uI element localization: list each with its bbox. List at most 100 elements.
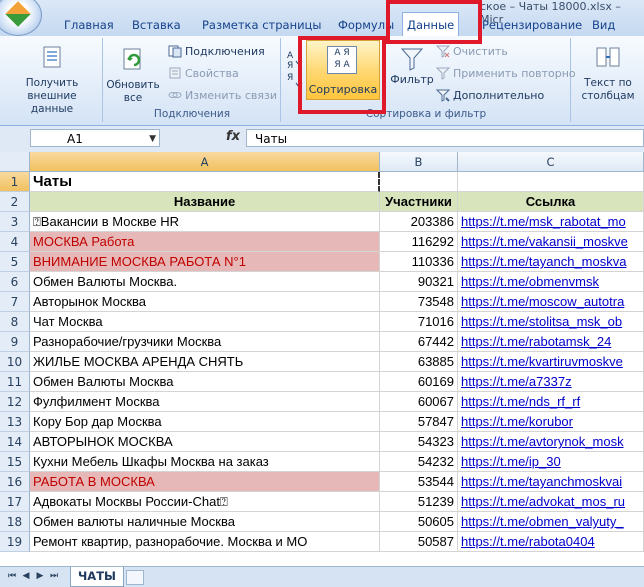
- members-cell[interactable]: 116292: [380, 232, 458, 252]
- insert-sheet-icon[interactable]: [126, 570, 144, 585]
- link-cell[interactable]: https://t.me/obmenvmsk: [458, 272, 644, 292]
- row-header[interactable]: 13: [0, 412, 30, 432]
- name-box[interactable]: A1 ▼: [30, 129, 160, 147]
- column-header-b[interactable]: B: [380, 152, 458, 172]
- tab-review[interactable]: Рецензирование: [478, 14, 586, 36]
- next-sheet-icon[interactable]: ▶: [34, 570, 46, 582]
- row-header[interactable]: 15: [0, 452, 30, 472]
- cell[interactable]: [380, 172, 458, 192]
- formula-input[interactable]: Чаты: [246, 129, 644, 147]
- row-header[interactable]: 17: [0, 492, 30, 512]
- row-header[interactable]: 3: [0, 212, 30, 232]
- tab-insert[interactable]: Вставка: [128, 14, 185, 36]
- last-sheet-icon[interactable]: ⏭: [48, 570, 60, 582]
- first-sheet-icon[interactable]: ⏮: [6, 570, 18, 582]
- office-button[interactable]: [0, 0, 42, 36]
- chat-name-cell[interactable]: МОСКВА Работа: [30, 232, 380, 252]
- column-header-a[interactable]: A: [30, 152, 380, 172]
- members-cell[interactable]: 54323: [380, 432, 458, 452]
- tab-page-layout[interactable]: Разметка страницы: [198, 14, 325, 36]
- members-cell[interactable]: 71016: [380, 312, 458, 332]
- prev-sheet-icon[interactable]: ◀: [20, 570, 32, 582]
- clear-filter-button[interactable]: Очистить: [436, 44, 508, 60]
- members-cell[interactable]: 90321: [380, 272, 458, 292]
- link-cell[interactable]: https://t.me/tayanchmoskvai: [458, 472, 644, 492]
- row-header[interactable]: 6: [0, 272, 30, 292]
- sheet-title-cell[interactable]: Чаты: [30, 172, 380, 192]
- members-cell[interactable]: 50587: [380, 532, 458, 552]
- select-all-corner[interactable]: [0, 152, 30, 172]
- connections-button[interactable]: Подключения: [168, 44, 265, 60]
- filter-button[interactable]: Фильтр: [390, 46, 434, 94]
- row-header[interactable]: 7: [0, 292, 30, 312]
- members-cell[interactable]: 203386: [380, 212, 458, 232]
- row-header[interactable]: 16: [0, 472, 30, 492]
- edit-links-button[interactable]: Изменить связи: [168, 88, 277, 104]
- chat-name-cell[interactable]: Адвокаты Москвы России-Chat⍰: [30, 492, 380, 512]
- members-cell[interactable]: 63885: [380, 352, 458, 372]
- chat-name-cell[interactable]: АВТОРЫНОК МОСКВА: [30, 432, 380, 452]
- row-header[interactable]: 1: [0, 172, 30, 192]
- chat-name-cell[interactable]: Фулфилмент Москва: [30, 392, 380, 412]
- column-header-c[interactable]: C: [458, 152, 644, 172]
- properties-button[interactable]: Свойства: [168, 66, 239, 82]
- row-header[interactable]: 10: [0, 352, 30, 372]
- chat-name-cell[interactable]: Разнорабочие/грузчики Москва: [30, 332, 380, 352]
- header-cell-link[interactable]: Ссылка: [458, 192, 644, 212]
- row-header[interactable]: 11: [0, 372, 30, 392]
- members-cell[interactable]: 60169: [380, 372, 458, 392]
- chat-name-cell[interactable]: Обмен валюты наличные Москва: [30, 512, 380, 532]
- members-cell[interactable]: 57847: [380, 412, 458, 432]
- link-cell[interactable]: https://t.me/nds_rf_rf: [458, 392, 644, 412]
- spreadsheet-grid[interactable]: A B C 1 Чаты 2 Название Участники Ссылка 3 ⍰Вак…: [0, 152, 644, 566]
- chat-name-cell[interactable]: Чат Москва: [30, 312, 380, 332]
- link-cell[interactable]: https://t.me/rabota0404: [458, 532, 644, 552]
- link-cell[interactable]: https://t.me/stolitsa_msk_ob: [458, 312, 644, 332]
- chat-name-cell[interactable]: Обмен Валюты Москва: [30, 372, 380, 392]
- chat-name-cell[interactable]: ЖИЛЬЕ МОСКВА АРЕНДА СНЯТЬ: [30, 352, 380, 372]
- link-cell[interactable]: https://t.me/rabotamsk_24: [458, 332, 644, 352]
- members-cell[interactable]: 51239: [380, 492, 458, 512]
- members-cell[interactable]: 54232: [380, 452, 458, 472]
- chat-name-cell[interactable]: Кору Бор дар Москва: [30, 412, 380, 432]
- header-cell-name[interactable]: Название: [30, 192, 380, 212]
- chat-name-cell[interactable]: Обмен Валюты Москва.: [30, 272, 380, 292]
- members-cell[interactable]: 50605: [380, 512, 458, 532]
- header-cell-members[interactable]: Участники: [380, 192, 458, 212]
- members-cell[interactable]: 73548: [380, 292, 458, 312]
- tab-home[interactable]: Главная: [60, 14, 118, 36]
- chat-name-cell[interactable]: Авторынок Москва: [30, 292, 380, 312]
- chat-name-cell[interactable]: Кухни Мебель Шкафы Москва на заказ: [30, 452, 380, 472]
- members-cell[interactable]: 67442: [380, 332, 458, 352]
- refresh-all-button[interactable]: Обновить все: [106, 46, 160, 105]
- tab-view[interactable]: Вид: [588, 14, 619, 36]
- members-cell[interactable]: 53544: [380, 472, 458, 492]
- cell[interactable]: [458, 172, 644, 192]
- row-header[interactable]: 5: [0, 252, 30, 272]
- sheet-tab-chaty[interactable]: ЧАТЫ: [70, 567, 124, 587]
- insert-function-button[interactable]: fx: [226, 129, 240, 144]
- link-cell[interactable]: https://t.me/vakansii_moskve: [458, 232, 644, 252]
- members-cell[interactable]: 110336: [380, 252, 458, 272]
- row-header[interactable]: 14: [0, 432, 30, 452]
- chat-name-cell[interactable]: ⍰Вакансии в Москве HR: [30, 212, 380, 232]
- chat-name-cell[interactable]: Ремонт квартир, разнорабочие. Москва и М…: [30, 532, 380, 552]
- link-cell[interactable]: https://t.me/advokat_mos_ru: [458, 492, 644, 512]
- link-cell[interactable]: https://t.me/avtorynok_mosk: [458, 432, 644, 452]
- link-cell[interactable]: https://t.me/tayanch_moskva: [458, 252, 644, 272]
- link-cell[interactable]: https://t.me/ip_30: [458, 452, 644, 472]
- row-header[interactable]: 18: [0, 512, 30, 532]
- row-header[interactable]: 12: [0, 392, 30, 412]
- link-cell[interactable]: https://t.me/kvartiruvmoskve: [458, 352, 644, 372]
- link-cell[interactable]: https://t.me/obmen_valyuty_: [458, 512, 644, 532]
- chevron-down-icon[interactable]: ▼: [149, 130, 156, 148]
- row-header[interactable]: 2: [0, 192, 30, 212]
- get-external-data-button[interactable]: Получить внешние данные: [6, 44, 98, 116]
- chat-name-cell[interactable]: ВНИМАНИЕ МОСКВА РАБОТА N°1: [30, 252, 380, 272]
- text-to-columns-button[interactable]: Текст по столбцам: [574, 44, 642, 103]
- row-header[interactable]: 8: [0, 312, 30, 332]
- members-cell[interactable]: 60067: [380, 392, 458, 412]
- row-header[interactable]: 4: [0, 232, 30, 252]
- link-cell[interactable]: https://t.me/moscow_autotra: [458, 292, 644, 312]
- chat-name-cell[interactable]: РАБОТА В МОСКВА: [30, 472, 380, 492]
